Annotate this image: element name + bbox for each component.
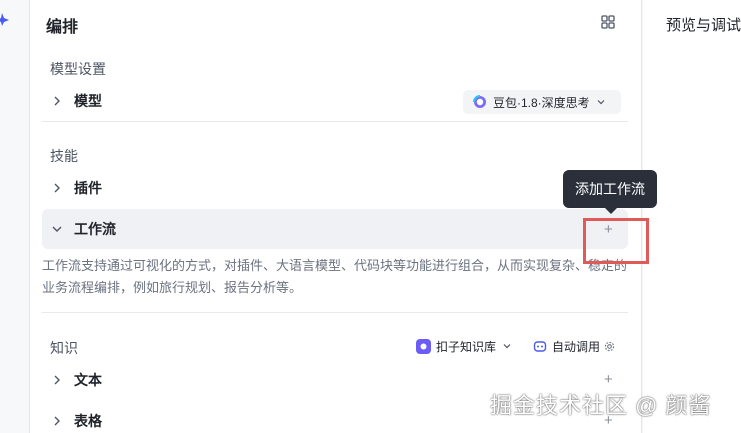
divider	[42, 121, 628, 122]
chevron-right-icon	[54, 96, 60, 106]
chevron-down-icon	[503, 344, 511, 349]
doubao-logo-icon	[473, 95, 486, 108]
left-nav-strip	[0, 0, 30, 433]
robot-icon	[533, 341, 547, 352]
add-text-button[interactable]: +	[604, 372, 613, 387]
divider	[42, 312, 628, 313]
arrange-panel: 编排 模型设置 模型 豆包·1.8·深度思考 技能 插件 工作流 + 工作流支持…	[30, 0, 642, 433]
sparkle-icon	[0, 13, 9, 26]
tooltip-arrow	[604, 207, 618, 214]
chevron-right-icon	[54, 416, 60, 426]
model-select[interactable]: 豆包·1.8·深度思考	[463, 90, 621, 114]
highlight-annotation-box	[583, 218, 649, 264]
add-workflow-tooltip: 添加工作流	[563, 170, 657, 208]
preview-panel: 预览与调试	[643, 0, 741, 433]
text-row-label: 文本	[74, 372, 102, 388]
table-row-label: 表格	[74, 413, 102, 429]
layout-grid-icon[interactable]	[601, 15, 615, 29]
gear-icon[interactable]	[604, 341, 615, 352]
workflow-row-label: 工作流	[74, 221, 116, 237]
knowledge-base-selector[interactable]: 扣子知识库	[416, 336, 512, 356]
watermark: 掘金技术社区 @ 颜酱	[490, 393, 712, 418]
knowledge-label: 知识	[50, 340, 78, 356]
plugin-row-label: 插件	[74, 180, 102, 196]
model-settings-label: 模型设置	[50, 61, 106, 77]
chevron-right-icon	[54, 375, 60, 385]
panel-title: 编排	[46, 19, 79, 36]
model-row-label: 模型	[74, 93, 102, 109]
skills-label: 技能	[50, 148, 78, 164]
preview-title: 预览与调试	[666, 17, 741, 34]
workflow-description: 工作流支持通过可视化的方式，对插件、大语言模型、代码块等功能进行组合，从而实现复…	[42, 258, 628, 295]
workflow-row[interactable]: 工作流	[42, 209, 628, 249]
chevron-right-icon	[54, 183, 60, 193]
plugin-row[interactable]: 插件	[42, 168, 628, 208]
kb-selector-label: 扣子知识库	[436, 339, 497, 354]
model-select-value: 豆包·1.8·深度思考	[493, 95, 590, 110]
auto-call-label: 自动调用	[552, 339, 601, 354]
chevron-down-icon	[52, 226, 62, 232]
chevron-down-icon	[597, 100, 605, 105]
knowledge-base-icon	[416, 338, 431, 354]
auto-call-toggle[interactable]: 自动调用	[533, 336, 615, 356]
